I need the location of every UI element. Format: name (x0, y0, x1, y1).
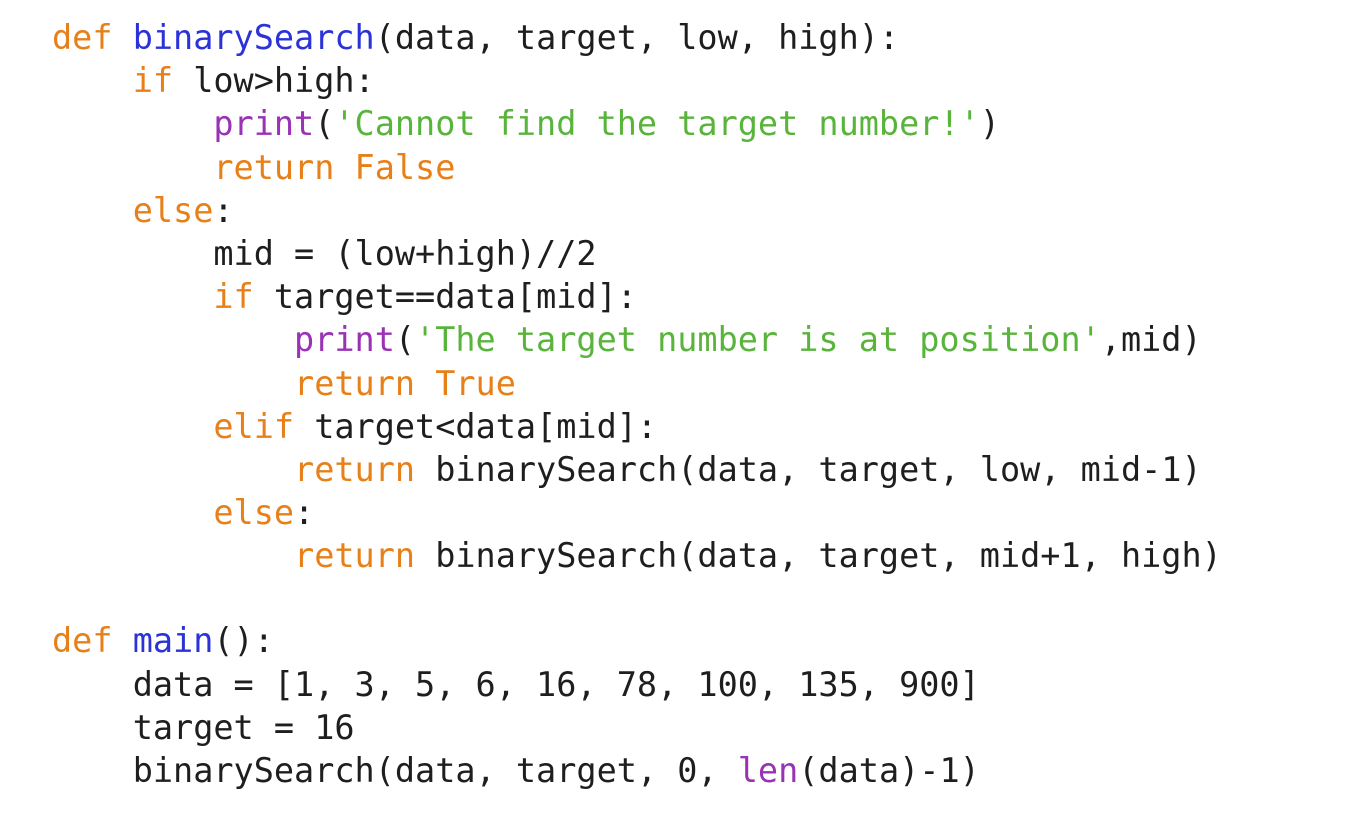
code-line: binarySearch(data, target, 0, len(data)-… (52, 749, 1362, 792)
code-line: def main(): (52, 619, 1362, 662)
code-line: target = 16 (52, 706, 1362, 749)
code-token-code-text: low>high: (173, 61, 375, 101)
code-token-function-name: main (132, 621, 214, 661)
code-token-code-text: binarySearch(data, target, 0, (132, 751, 738, 790)
code-token-code-text: mid = (low+high)//2 (213, 233, 597, 273)
code-editor: def binarySearch(data, target, low, high… (52, 16, 1362, 792)
code-token-builtin: print (213, 104, 315, 144)
code-token-keyword: return (213, 147, 335, 187)
code-token-keyword: return (294, 536, 416, 576)
code-line: data = [1, 3, 5, 6, 16, 78, 100, 135, 90… (52, 663, 1362, 706)
code-line: elif target<data[mid]: (52, 405, 1362, 448)
code-token-code-text: : (213, 190, 234, 230)
code-token-code-text: target = 16 (132, 707, 355, 747)
code-token-keyword: True (435, 363, 516, 403)
code-token-builtin: print (294, 320, 395, 360)
code-token-keyword: else (213, 493, 295, 533)
code-token-code-text: (data, target, low, high): (374, 18, 900, 57)
code-token-code-text: (): (213, 621, 274, 661)
code-line: return False (52, 146, 1362, 189)
code-line: def binarySearch(data, target, low, high… (52, 16, 1362, 59)
code-token-code-text: : (294, 493, 315, 533)
code-token-code-text: (data)-1) (798, 751, 980, 790)
code-line: print('The target number is at position'… (52, 318, 1362, 361)
code-token-string-literal: 'Cannot find the target number!' (334, 104, 980, 144)
code-line: if low>high: (52, 59, 1362, 102)
code-token-code-text (415, 364, 435, 403)
code-line: return True (52, 362, 1362, 405)
code-token-keyword: return (294, 363, 416, 403)
code-line: if target==data[mid]: (52, 275, 1362, 318)
code-token-code-text: ,mid) (1100, 320, 1202, 360)
code-token-code-text (113, 18, 133, 57)
code-line: else: (52, 491, 1362, 534)
code-token-code-text: target==data[mid]: (253, 277, 637, 317)
code-line: mid = (low+high)//2 (52, 232, 1362, 275)
code-token-keyword: def (52, 18, 113, 57)
code-token-code-text: data = [1, 3, 5, 6, 16, 78, 100, 135, 90… (132, 664, 980, 704)
code-token-string-literal: 'The target number is at position' (415, 320, 1101, 360)
code-token-code-text: binarySearch(data, target, low, mid-1) (415, 449, 1202, 489)
code-token-code-text: ) (979, 104, 1000, 144)
code-token-code-text: target<data[mid]: (294, 406, 658, 446)
code-line: return binarySearch(data, target, mid+1,… (52, 534, 1362, 577)
code-token-builtin: len (737, 751, 799, 790)
code-line: print('Cannot find the target number!') (52, 102, 1362, 145)
code-token-keyword: if (213, 277, 254, 317)
code-line: else: (52, 189, 1362, 232)
code-token-keyword: def (52, 621, 113, 661)
code-token-keyword: return (294, 449, 416, 489)
code-token-keyword: elif (213, 406, 295, 446)
code-token-code-text: ( (394, 320, 416, 360)
code-token-code-text (334, 148, 354, 187)
code-token-keyword: else (132, 190, 214, 230)
code-line: return binarySearch(data, target, low, m… (52, 448, 1362, 491)
code-token-keyword: False (354, 147, 456, 187)
code-token-code-text: binarySearch(data, target, mid+1, high) (415, 536, 1222, 576)
code-token-code-text: ( (314, 104, 335, 144)
code-token-function-name: binarySearch (132, 18, 375, 57)
code-token-code-text (113, 621, 133, 660)
code-token-keyword: if (132, 61, 174, 101)
